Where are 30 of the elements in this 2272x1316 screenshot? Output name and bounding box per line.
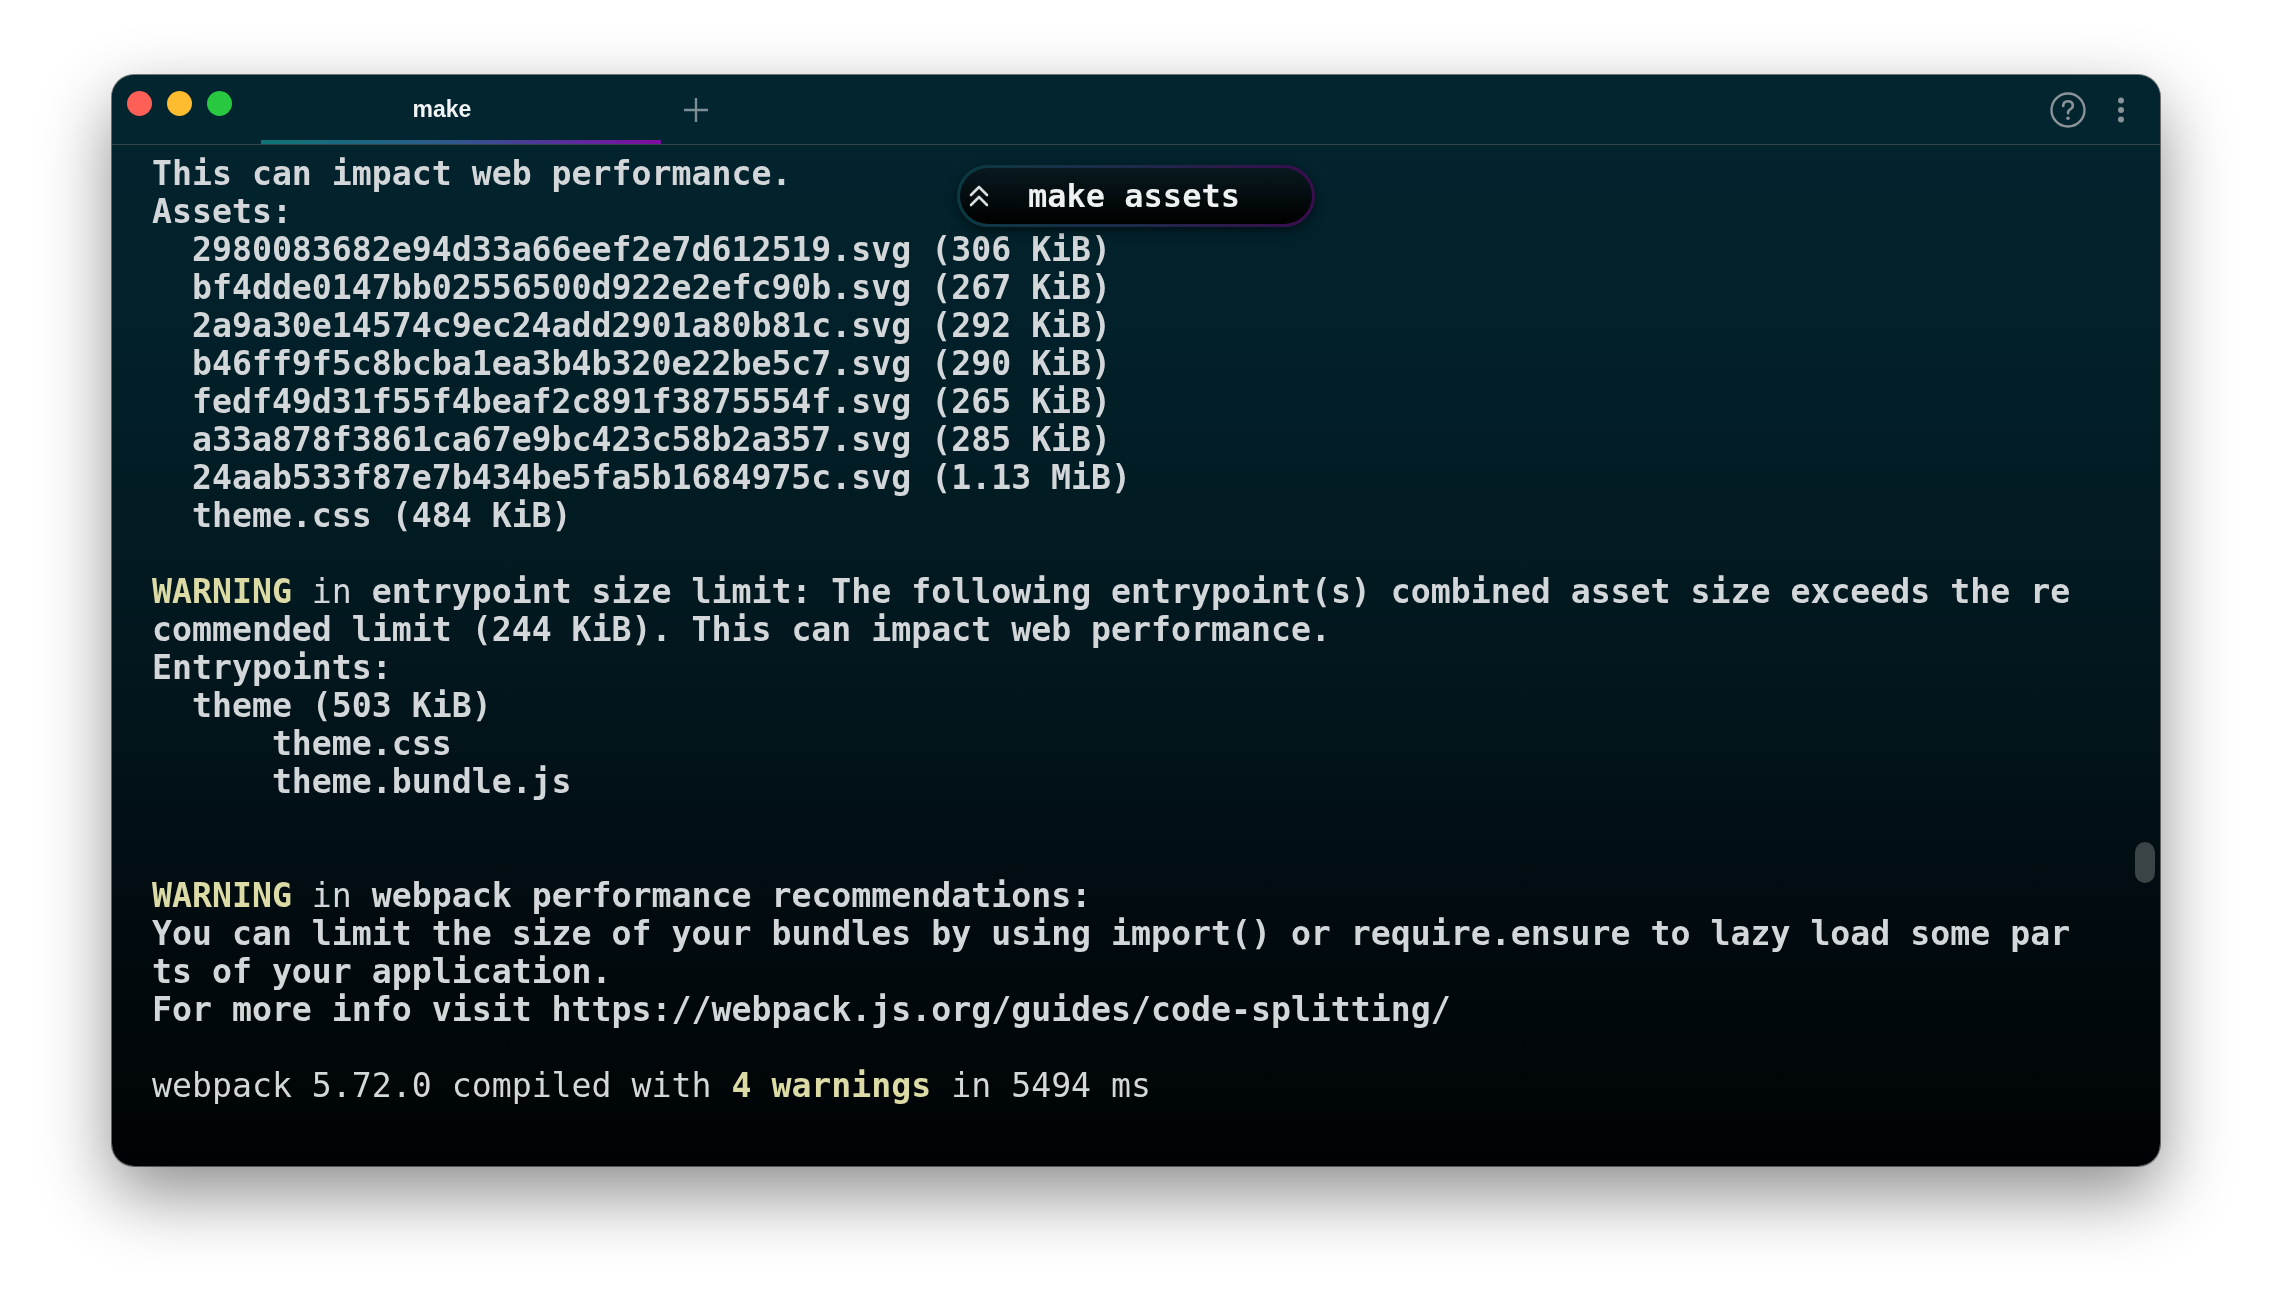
tab[interactable]: make bbox=[261, 75, 661, 144]
terminal-line: ts of your application. bbox=[152, 953, 612, 991]
terminal-line: b46ff9f5c8bcba1ea3b4b320e22be5c7.svg (290 KiB) bbox=[191, 345, 1112, 383]
terminal-line: bf4dde0147bb02556500d922e2efc90b.svg (267 KiB) bbox=[191, 269, 1112, 307]
double-chevron-up-icon bbox=[968, 184, 990, 208]
terminal-line: For more info visit https://webpack.js.org/guides/code-splitting/ bbox=[152, 991, 1451, 1029]
terminal-line: a33a878f3861ca67e9bc423c58b2a357.svg (285 KiB) bbox=[191, 421, 1112, 459]
terminal-line: webpack 5.72.0 compiled with 4 warnings in 5494 ms bbox=[152, 1067, 1152, 1105]
terminal-line: You can limit the size of your bundles by using import() or require.ensure to lazy load some par bbox=[152, 915, 2071, 953]
terminal-line: theme.css bbox=[271, 725, 452, 763]
terminal-line: theme.bundle.js bbox=[271, 763, 572, 801]
terminal-line: theme.css (484 KiB) bbox=[191, 497, 572, 535]
terminal-line: WARNING in webpack performance recommendations: bbox=[152, 877, 1092, 915]
terminal-line: fedf49d31f55f4beaf2c891f3875554f.svg (265 KiB) bbox=[191, 383, 1112, 421]
terminal-line: 2980083682e94d33a66eef2e7d612519.svg (306 KiB) bbox=[191, 231, 1112, 269]
terminal-line: commended limit (244 KiB). This can impact web performance. bbox=[152, 611, 1331, 649]
minimize-button[interactable] bbox=[167, 91, 192, 116]
terminal-line: Entrypoints: bbox=[152, 649, 392, 687]
plus-icon[interactable] bbox=[683, 96, 709, 123]
terminal-line: 2a9a30e14574c9ec24add2901a80b81c.svg (292 KiB) bbox=[191, 307, 1112, 345]
scrollbar-thumb[interactable] bbox=[2135, 842, 2155, 883]
close-button[interactable] bbox=[127, 91, 152, 116]
terminal-line: 24aab533f87e7b434be5fa5b1684975c.svg (1.13 MiB) bbox=[191, 459, 1132, 497]
help-icon[interactable] bbox=[2050, 91, 2086, 128]
terminal-line: This can impact web performance. bbox=[152, 155, 792, 193]
terminal-line: WARNING in entrypoint size limit: The following entrypoint(s) combined asset size exceeds the re bbox=[152, 573, 2071, 611]
terminal-line: theme (503 KiB) bbox=[191, 687, 492, 725]
more-options-icon[interactable] bbox=[2117, 96, 2125, 123]
terminal-line: Assets: bbox=[152, 193, 292, 231]
maximize-button[interactable] bbox=[207, 91, 232, 116]
